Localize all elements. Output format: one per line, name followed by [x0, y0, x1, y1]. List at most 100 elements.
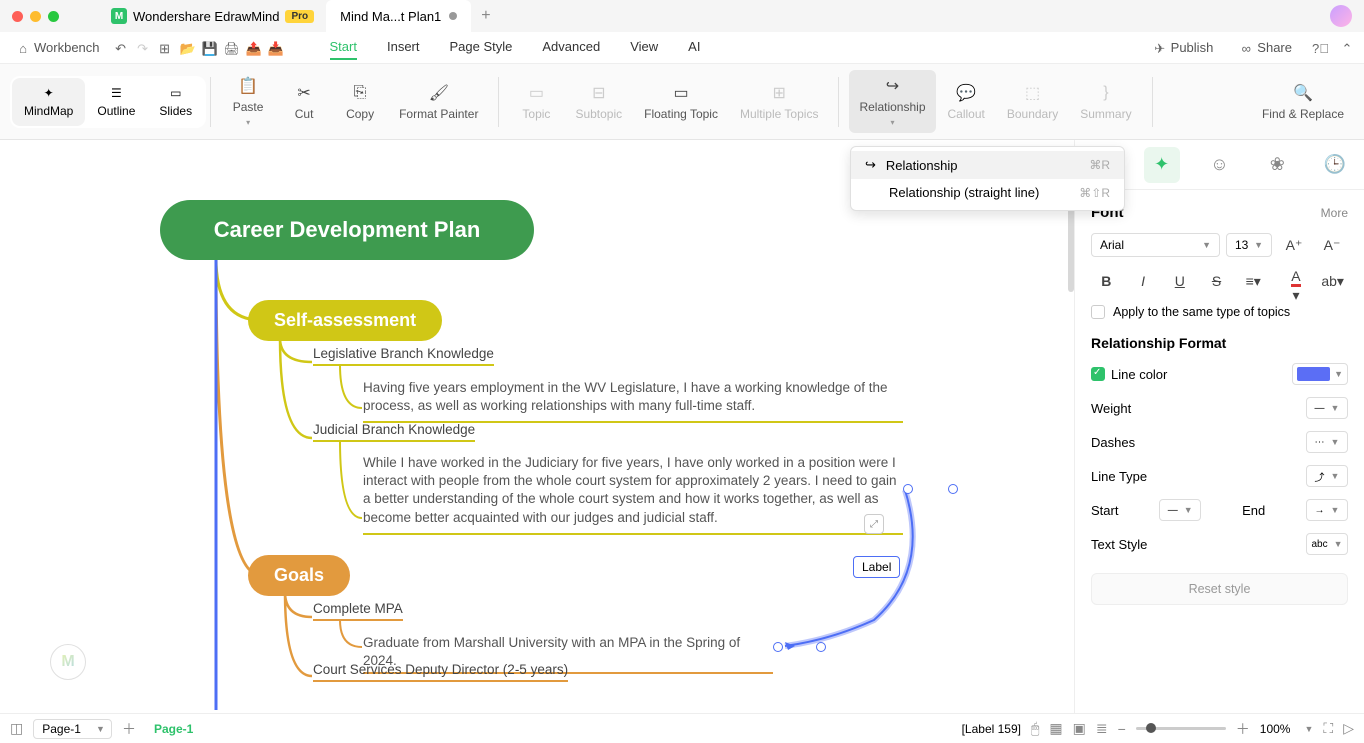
- page-tab[interactable]: Page-1: [146, 722, 201, 736]
- view-mindmap[interactable]: ✦MindMap: [12, 78, 85, 126]
- callout-button[interactable]: 💬Callout: [938, 70, 995, 133]
- weight-select[interactable]: — ▼: [1306, 397, 1348, 419]
- end-arrow-select[interactable]: → ▼: [1306, 499, 1348, 521]
- add-page-button[interactable]: ＋: [122, 719, 136, 739]
- leaf-mpa[interactable]: Complete MPA: [313, 601, 403, 621]
- summary-button[interactable]: }Summary: [1070, 70, 1141, 133]
- workbench-button[interactable]: ⌂ Workbench: [10, 38, 106, 57]
- mouse-mode[interactable]: 🖱: [1031, 720, 1039, 737]
- tab-insert[interactable]: Insert: [387, 35, 420, 60]
- topic-goals[interactable]: Goals: [248, 555, 350, 596]
- slider-handle[interactable]: [1146, 723, 1156, 733]
- subtopic-button[interactable]: ⊟Subtopic: [565, 77, 632, 127]
- line-type-select[interactable]: ⤴ ▼: [1306, 465, 1348, 487]
- leaf-judicial[interactable]: Judicial Branch Knowledge: [313, 422, 475, 442]
- side-tab-history[interactable]: 🕒: [1317, 147, 1353, 183]
- new-button[interactable]: ⊞: [158, 41, 172, 55]
- file-tab[interactable]: Mind Ma...t Plan1: [326, 0, 471, 32]
- topic-self-assessment[interactable]: Self-assessment: [248, 300, 442, 341]
- underline-button[interactable]: U: [1164, 267, 1195, 295]
- relationship-label[interactable]: Label: [853, 556, 900, 578]
- start-arrow-select[interactable]: — ▼: [1159, 499, 1201, 521]
- workspace[interactable]: Career Development Plan Self-assessment …: [0, 140, 1074, 713]
- find-replace-button[interactable]: 🔍Find & Replace: [1252, 77, 1354, 127]
- maximize-window[interactable]: [48, 11, 59, 22]
- close-window[interactable]: [12, 11, 23, 22]
- relationship-control-2[interactable]: [816, 642, 826, 652]
- leaf-deputy[interactable]: Court Services Deputy Director (2-5 year…: [313, 662, 568, 682]
- save-button[interactable]: 💾: [202, 41, 216, 55]
- tab-advanced[interactable]: Advanced: [542, 35, 600, 60]
- font-more[interactable]: More: [1321, 206, 1348, 220]
- main-topic[interactable]: Career Development Plan: [160, 200, 534, 260]
- side-tab-icons[interactable]: ☺: [1201, 147, 1237, 183]
- tab-page-style[interactable]: Page Style: [450, 35, 513, 60]
- boundary-button[interactable]: ⬚Boundary: [997, 70, 1068, 133]
- strike-button[interactable]: S: [1201, 267, 1232, 295]
- align-button[interactable]: ≡▾: [1238, 267, 1269, 295]
- font-family-select[interactable]: Arial▼: [1091, 233, 1220, 257]
- zoom-value[interactable]: 100%: [1260, 722, 1291, 736]
- bold-button[interactable]: B: [1091, 267, 1122, 295]
- view-slides[interactable]: ▭Slides: [147, 78, 204, 126]
- print-button[interactable]: 🖨: [224, 41, 238, 55]
- collapse-ribbon-button[interactable]: ⌃: [1340, 41, 1354, 55]
- minimize-window[interactable]: [30, 11, 41, 22]
- dropdown-relationship[interactable]: ↪ Relationship ⌘R: [851, 151, 1124, 179]
- layers-mode[interactable]: ≣: [1096, 720, 1108, 737]
- view-outline[interactable]: ☰Outline: [85, 78, 147, 126]
- apply-same-type[interactable]: Apply to the same type of topics: [1091, 305, 1348, 319]
- line-color-checkbox[interactable]: [1091, 367, 1105, 381]
- relationship-control-1[interactable]: [948, 484, 958, 494]
- ai-badge[interactable]: M: [50, 644, 86, 680]
- zoom-out[interactable]: −: [1118, 721, 1126, 737]
- relationship-handle-start[interactable]: [903, 484, 913, 494]
- avatar[interactable]: [1330, 5, 1352, 27]
- note-legislative[interactable]: Having five years employment in the WV L…: [363, 379, 903, 423]
- undo-button[interactable]: ↶: [114, 41, 128, 55]
- font-color-button[interactable]: A▾: [1281, 267, 1312, 295]
- reset-style-button[interactable]: Reset style: [1091, 573, 1348, 605]
- export-button[interactable]: 📤: [246, 41, 260, 55]
- dashes-select[interactable]: ⋯ ▼: [1306, 431, 1348, 453]
- zoom-slider[interactable]: [1136, 727, 1226, 730]
- add-tab-button[interactable]: +: [471, 7, 500, 25]
- paste-button[interactable]: 📋Paste▾: [221, 70, 275, 133]
- tab-ai[interactable]: AI: [688, 35, 700, 60]
- import-button[interactable]: 📥: [268, 41, 282, 55]
- floating-topic-button[interactable]: ▭Floating Topic: [634, 77, 728, 127]
- present-button[interactable]: ▷: [1343, 720, 1354, 737]
- zoom-in[interactable]: ＋: [1236, 719, 1250, 739]
- sidebar-toggle[interactable]: ◫: [10, 720, 23, 737]
- format-painter-button[interactable]: 🖌Format Painter: [389, 70, 488, 133]
- publish-button[interactable]: ✈Publish: [1147, 38, 1220, 57]
- page-select[interactable]: Page-1▼: [33, 719, 112, 739]
- help-button[interactable]: ?⃝: [1312, 41, 1326, 55]
- text-style-select[interactable]: abc ▼: [1306, 533, 1348, 555]
- font-decrease[interactable]: A⁻: [1316, 231, 1348, 259]
- share-button[interactable]: ∞Share: [1233, 38, 1298, 57]
- fullscreen-button[interactable]: ⛶: [1323, 720, 1333, 737]
- dropdown-relationship-straight[interactable]: Relationship (straight line) ⌘⇧R: [851, 179, 1124, 206]
- copy-button[interactable]: ⎘Copy: [333, 70, 387, 133]
- relationship-handle-end[interactable]: [773, 642, 783, 652]
- tab-view[interactable]: View: [630, 35, 658, 60]
- redo-button[interactable]: ↷: [136, 41, 150, 55]
- line-color-swatch[interactable]: ▼: [1292, 363, 1348, 385]
- text-case-button[interactable]: ab▾: [1317, 267, 1348, 295]
- note-judicial[interactable]: While I have worked in the Judiciary for…: [363, 454, 903, 535]
- italic-button[interactable]: I: [1128, 267, 1159, 295]
- relationship-button[interactable]: ↪Relationship▾: [849, 70, 935, 133]
- app-tab[interactable]: M Wondershare EdrawMind Pro: [99, 0, 326, 32]
- side-tab-clipart[interactable]: ❀: [1259, 147, 1295, 183]
- cut-button[interactable]: ✂Cut: [277, 70, 331, 133]
- side-tab-format[interactable]: ✦: [1144, 147, 1180, 183]
- font-increase[interactable]: A⁺: [1278, 231, 1310, 259]
- leaf-legislative[interactable]: Legislative Branch Knowledge: [313, 346, 494, 366]
- tab-start[interactable]: Start: [330, 35, 357, 60]
- multiple-topics-button[interactable]: ⊞Multiple Topics: [730, 77, 828, 127]
- topic-button[interactable]: ▭Topic: [509, 77, 563, 127]
- fit-mode[interactable]: ▣: [1073, 720, 1086, 737]
- font-size-select[interactable]: 13▼: [1226, 233, 1272, 257]
- canvas[interactable]: Career Development Plan Self-assessment …: [0, 140, 1074, 713]
